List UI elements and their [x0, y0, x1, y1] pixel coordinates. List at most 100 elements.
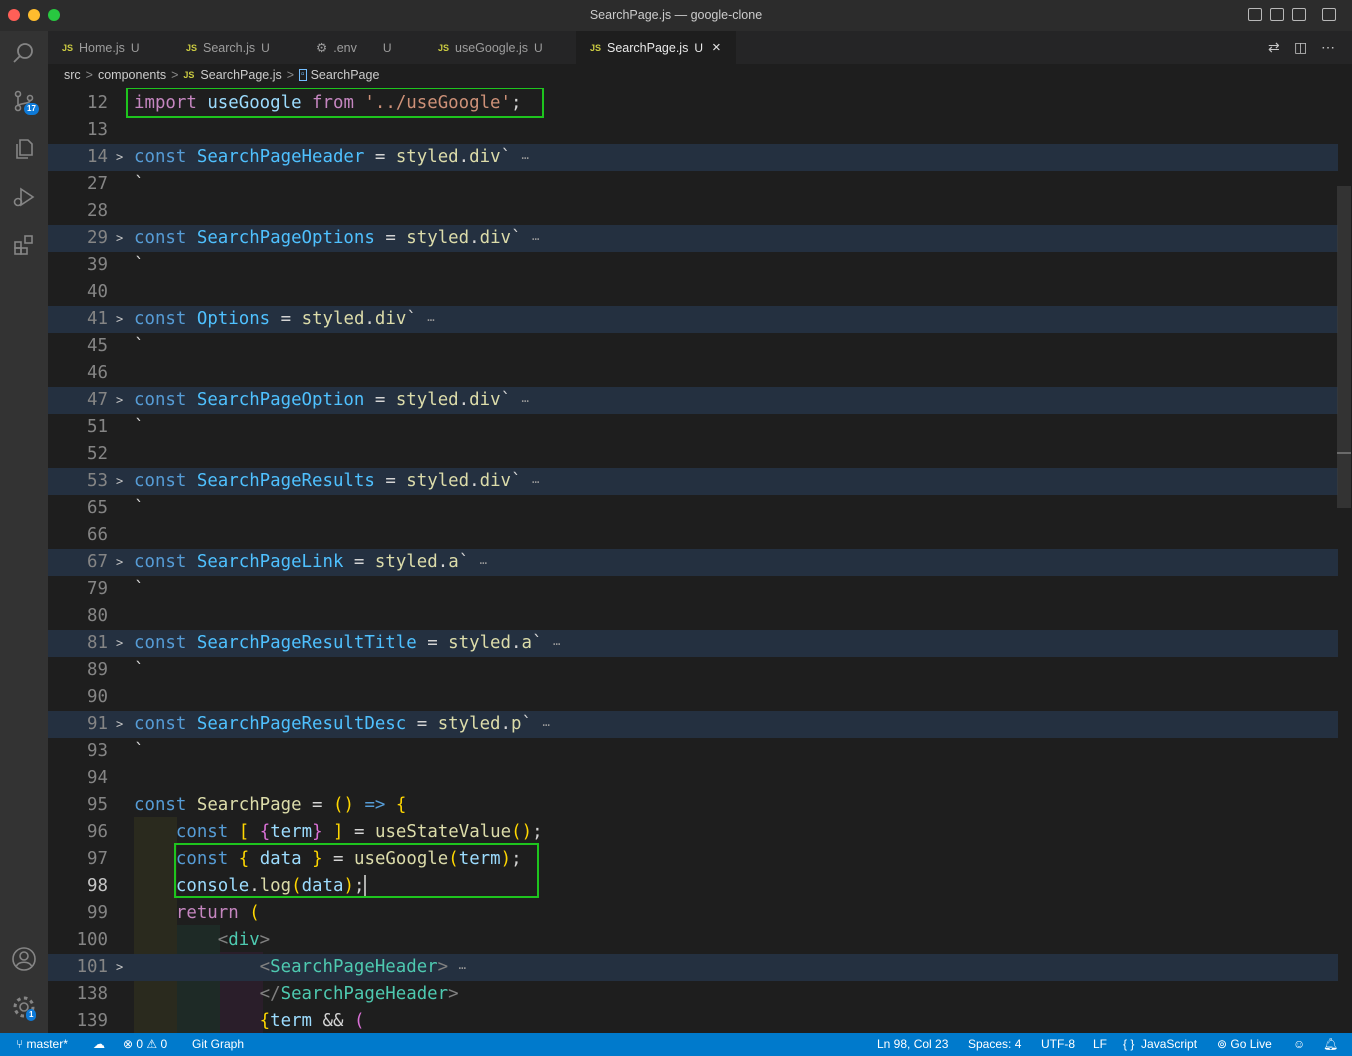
code-line[interactable]: 67 > const SearchPageLink = styled.a` ⋯ [48, 549, 1338, 576]
code-line[interactable]: 79 ` [48, 576, 1338, 603]
code-line[interactable]: 99 return ( [48, 900, 1338, 927]
tab-usegoogle-js[interactable]: JS useGoogle.js U [424, 31, 576, 64]
tab-label: useGoogle.js [455, 40, 528, 55]
code-line[interactable]: 139 {term && ( [48, 1008, 1338, 1033]
toggle-panel-icon[interactable] [1270, 8, 1284, 21]
code-line[interactable]: 51 ` [48, 414, 1338, 441]
code-line[interactable]: 96 const [ {term} ] = useStateValue(); [48, 819, 1338, 846]
line-number: 91 [87, 714, 108, 734]
code-line[interactable]: 41 > const Options = styled.div` ⋯ [48, 306, 1338, 333]
extensions-icon[interactable] [10, 231, 38, 259]
fold-chevron-icon[interactable]: > [116, 306, 123, 333]
close-tab-icon[interactable]: × [712, 39, 721, 56]
git-graph-button[interactable]: Git Graph [192, 1037, 244, 1051]
toggle-primary-sidebar-icon[interactable] [1248, 8, 1262, 21]
search-icon[interactable] [10, 39, 38, 67]
code-line[interactable]: 66 [48, 522, 1338, 549]
code-line[interactable]: 52 [48, 441, 1338, 468]
fold-chevron-icon[interactable]: > [116, 711, 123, 738]
code-line[interactable]: 80 [48, 603, 1338, 630]
tab-env[interactable]: ⚙ .env U [302, 31, 424, 64]
feedback-icon[interactable]: ☺ [1293, 1037, 1305, 1051]
code-line[interactable]: 95 const SearchPage = () => { [48, 792, 1338, 819]
problems-indicator[interactable]: ⊗ 0 ⚠ 0 [123, 1037, 167, 1051]
code-line[interactable]: 81 > const SearchPageResultTitle = styled.… [48, 630, 1338, 657]
fold-chevron-icon[interactable]: > [116, 954, 123, 981]
end-of-line[interactable]: LF [1093, 1037, 1107, 1051]
code-line[interactable]: 100 <div> [48, 927, 1338, 954]
tab-label: Home.js [79, 40, 125, 55]
fold-chevron-icon[interactable]: > [116, 387, 123, 414]
code-line[interactable]: 93 ` [48, 738, 1338, 765]
line-number: 139 [76, 1011, 108, 1031]
code-line[interactable]: 138 </SearchPageHeader> [48, 981, 1338, 1008]
explorer-icon[interactable] [10, 135, 38, 163]
title-bar: SearchPage.js — google-clone [0, 0, 1352, 31]
open-changes-icon[interactable]: ⇄ [1268, 39, 1280, 56]
run-debug-icon[interactable] [10, 183, 38, 211]
encoding[interactable]: UTF-8 [1041, 1037, 1075, 1051]
code-line[interactable]: 13 [48, 117, 1338, 144]
line-number: 94 [87, 768, 108, 788]
manage-gear-icon[interactable]: 1 [10, 993, 38, 1021]
line-number: 89 [87, 660, 108, 680]
go-live-button[interactable]: ⊚ Go Live [1217, 1037, 1272, 1051]
breadcrumb-src[interactable]: src [64, 68, 81, 82]
code-line[interactable]: 29 > const SearchPageOptions = styled.div`… [48, 225, 1338, 252]
breadcrumb-file[interactable]: SearchPage.js [200, 68, 281, 82]
code-editor[interactable]: 12 import useGoogle from '../useGoogle'; 1… [48, 88, 1352, 1033]
fold-chevron-icon[interactable]: > [116, 630, 123, 657]
line-number: 101 [76, 957, 108, 977]
sync-icon[interactable]: ☁ [93, 1037, 105, 1051]
code-line[interactable]: 91 > const SearchPageResultDesc = styled.p… [48, 711, 1338, 738]
symbol-variable-icon: ▫ [299, 69, 307, 81]
code-line[interactable]: 65 ` [48, 495, 1338, 522]
notifications-bell-icon[interactable]: 🔔︎ [1323, 1037, 1338, 1051]
fold-chevron-icon[interactable]: > [116, 225, 123, 252]
fold-chevron-icon[interactable]: > [116, 549, 123, 576]
cursor-position[interactable]: Ln 98, Col 23 [877, 1037, 948, 1051]
branch-indicator[interactable]: ⑂ master* [16, 1037, 68, 1051]
breadcrumb-symbol[interactable]: SearchPage [311, 68, 380, 82]
fold-chevron-icon[interactable]: > [116, 468, 123, 495]
code-line[interactable]: 89 ` [48, 657, 1338, 684]
code-line[interactable]: 46 [48, 360, 1338, 387]
tab-label: SearchPage.js [607, 40, 689, 55]
line-number: 67 [87, 552, 108, 572]
more-actions-icon[interactable]: ⋯ [1321, 39, 1335, 56]
code-line[interactable]: 40 [48, 279, 1338, 306]
code-text: ` [134, 498, 145, 518]
fold-chevron-icon[interactable]: > [116, 144, 123, 171]
code-text: const SearchPageLink = styled.a` ⋯ [134, 552, 487, 572]
vertical-scrollbar[interactable] [1337, 186, 1351, 508]
code-line[interactable]: 14 > const SearchPageHeader = styled.div` … [48, 144, 1338, 171]
customize-layout-icon[interactable] [1322, 8, 1336, 21]
breadcrumb: src > components > JS SearchPage.js > ▫ … [48, 64, 1352, 86]
code-text: return ( [175, 903, 260, 923]
js-file-icon: JS [590, 42, 602, 53]
source-control-icon[interactable]: 17 [10, 87, 39, 115]
toggle-secondary-sidebar-icon[interactable] [1292, 8, 1306, 21]
code-text: const SearchPageResultTitle = styled.a` … [134, 633, 561, 653]
split-editor-icon[interactable]: ◫ [1294, 39, 1307, 56]
tab-home-js[interactable]: JS Home.js U [48, 31, 172, 64]
line-number: 79 [87, 579, 108, 599]
code-line[interactable]: 27 ` [48, 171, 1338, 198]
code-line[interactable]: 53 > const SearchPageResults = styled.div`… [48, 468, 1338, 495]
accounts-icon[interactable] [10, 945, 38, 973]
breadcrumb-components[interactable]: components [98, 68, 166, 82]
tab-search-js[interactable]: JS Search.js U [172, 31, 302, 64]
code-line[interactable]: 39 ` [48, 252, 1338, 279]
language-mode[interactable]: { } JavaScript [1123, 1037, 1197, 1051]
code-line[interactable]: 101 > <SearchPageHeader> ⋯ [48, 954, 1338, 981]
code-line[interactable]: 47 > const SearchPageOption = styled.div` … [48, 387, 1338, 414]
code-line[interactable]: 90 [48, 684, 1338, 711]
tab-searchpage-js[interactable]: JS SearchPage.js U × [576, 31, 736, 64]
code-line[interactable]: 45 ` [48, 333, 1338, 360]
line-number: 65 [87, 498, 108, 518]
code-line[interactable]: 94 [48, 765, 1338, 792]
code-line[interactable]: 28 [48, 198, 1338, 225]
indentation[interactable]: Spaces: 4 [968, 1037, 1021, 1051]
line-number: 28 [87, 201, 108, 221]
line-number: 27 [87, 174, 108, 194]
